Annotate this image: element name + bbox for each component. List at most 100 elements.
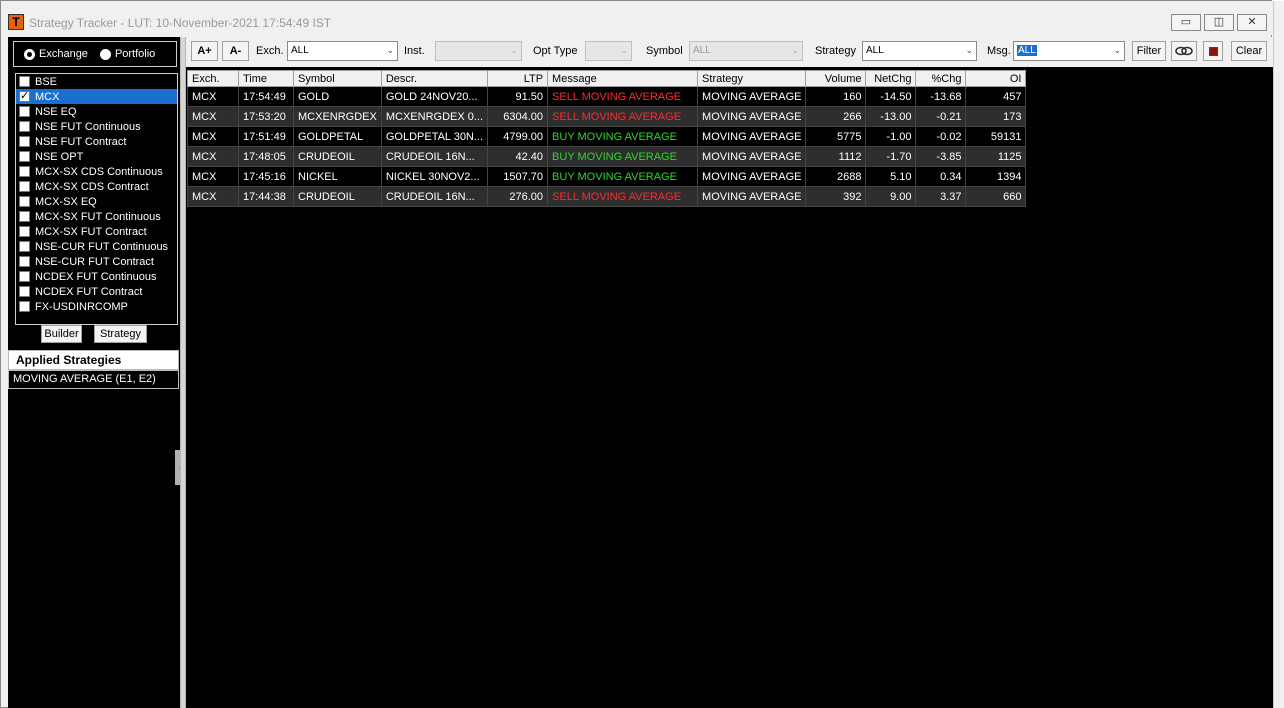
chevron-down-icon: ⌄ [386, 46, 394, 56]
font-increase-button[interactable]: A+ [191, 41, 218, 61]
exchange-checkbox[interactable] [19, 76, 30, 87]
exchange-item-label: NSE FUT Contract [35, 135, 127, 148]
exchange-checkbox[interactable] [19, 166, 30, 177]
col-header-ltp[interactable]: LTP [487, 70, 549, 87]
exchange-checkbox[interactable] [19, 211, 30, 222]
exchange-item-ncdex-fut-continuous[interactable]: NCDEX FUT Continuous [16, 269, 177, 284]
col-header-exch[interactable]: Exch. [187, 70, 239, 87]
cell-netchg: -1.70 [865, 146, 917, 167]
exchange-radio[interactable] [24, 48, 35, 60]
col-header-descr[interactable]: Descr. [380, 70, 489, 87]
exchange-item-mcx-sx-eq[interactable]: MCX-SX EQ [16, 194, 177, 209]
font-decrease-button[interactable]: A- [222, 41, 249, 61]
exchange-checkbox[interactable] [19, 136, 30, 147]
filter-button[interactable]: Filter [1132, 41, 1166, 61]
exchange-radio-label[interactable]: Exchange [39, 48, 88, 60]
table-row[interactable]: MCX 17:44:38 CRUDEOIL CRUDEOIL 16N... 276.00… [187, 186, 1027, 207]
col-header-strategy[interactable]: Strategy [697, 70, 807, 87]
exchange-list: BSE MCX NSE EQ NSE FUT Continuous NSE FU… [15, 73, 178, 325]
table-header-row: Exch. Time Symbol Descr. LTP Message Str… [187, 70, 1027, 87]
cell-netchg: -1.00 [865, 126, 917, 147]
table-row[interactable]: MCX 17:45:16 NICKEL NICKEL 30NOV2... 1507.70… [187, 166, 1027, 187]
table-row[interactable]: MCX 17:48:05 CRUDEOIL CRUDEOIL 16N... 42.40 B… [187, 146, 1027, 167]
cell-message: SELL MOVING AVERAGE [547, 86, 699, 107]
exchange-item-bse[interactable]: BSE [16, 74, 177, 89]
exchange-item-nse-fut-continuous[interactable]: NSE FUT Continuous [16, 119, 177, 134]
col-header-message[interactable]: Message [547, 70, 699, 87]
exchange-item-nse-eq[interactable]: NSE EQ [16, 104, 177, 119]
exchange-checkbox[interactable] [19, 151, 30, 162]
cell-pctchg: -0.02 [915, 126, 967, 147]
table-row[interactable]: MCX 17:53:20 MCXENRGDEX MCXENRGDEX 0... 6304… [187, 106, 1027, 127]
applied-strategy-item[interactable]: MOVING AVERAGE (E1, E2) [8, 370, 179, 389]
title-bar[interactable]: T Strategy Tracker - LUT: 10-November-20… [1, 1, 1273, 35]
cell-exch: MCX [187, 166, 239, 187]
cell-descr: GOLD 24NOV20... [380, 86, 489, 107]
opt-type-filter-dropdown[interactable]: ⌄ [585, 41, 632, 61]
clear-button[interactable]: Clear [1231, 41, 1267, 61]
app-logo-icon: T [8, 14, 24, 30]
col-header-volume[interactable]: Volume [805, 70, 867, 87]
cell-symbol: CRUDEOIL [293, 146, 382, 167]
exchange-checkbox[interactable] [19, 241, 30, 252]
table-row[interactable]: MCX 17:54:49 GOLD GOLD 24NOV20... 91.50 SELL … [187, 86, 1027, 107]
exchange-checkbox[interactable] [19, 121, 30, 132]
cell-time: 17:48:05 [238, 146, 294, 167]
cell-strategy: MOVING AVERAGE [697, 126, 807, 147]
symbol-filter-dropdown[interactable]: ALL ⌄ [689, 41, 803, 61]
cell-message: BUY MOVING AVERAGE [547, 126, 699, 147]
exchange-item-fx-usdinrcomp[interactable]: FX-USDINRCOMP [16, 299, 177, 314]
strategy-filter-dropdown[interactable]: ALL ⌄ [862, 41, 977, 61]
exchange-checkbox[interactable] [19, 196, 30, 207]
cell-ltp: 4799.00 [487, 126, 549, 147]
portfolio-radio-label[interactable]: Portfolio [115, 48, 155, 60]
exchange-item-mcx[interactable]: MCX [16, 89, 177, 104]
minimize-icon: ▭ [1180, 16, 1192, 28]
exchange-item-ncdex-fut-contract[interactable]: NCDEX FUT Contract [16, 284, 177, 299]
exchange-checkbox[interactable] [19, 106, 30, 117]
cell-exch: MCX [187, 126, 239, 147]
cell-volume: 2688 [805, 166, 867, 187]
table-row[interactable]: MCX 17:51:49 GOLDPETAL GOLDPETAL 30N... 4799… [187, 126, 1027, 147]
opt-type-filter-label: Opt Type [533, 45, 578, 57]
minimize-button[interactable]: ▭ [1171, 14, 1201, 31]
cell-exch: MCX [187, 86, 239, 107]
link-icon[interactable] [1171, 41, 1197, 61]
inst-filter-dropdown[interactable]: ⌄ [435, 41, 522, 61]
exchange-item-label: NSE FUT Continuous [35, 120, 141, 133]
msg-filter-dropdown[interactable]: ALL ⌄ [1013, 41, 1125, 61]
exchange-item-label: NSE OPT [35, 150, 84, 163]
cell-pctchg: -0.21 [915, 106, 967, 127]
exchange-item-nse-cur-fut-contract[interactable]: NSE-CUR FUT Contract [16, 254, 177, 269]
exchange-checkbox[interactable] [19, 256, 30, 267]
col-header-oi[interactable]: OI [965, 70, 1027, 87]
portfolio-radio[interactable] [99, 48, 111, 60]
exchange-item-mcx-sx-fut-continuous[interactable]: MCX-SX FUT Continuous [16, 209, 177, 224]
exchange-item-mcx-sx-fut-contract[interactable]: MCX-SX FUT Contract [16, 224, 177, 239]
strategy-alerts-table: Exch. Time Symbol Descr. LTP Message Str… [187, 70, 1027, 207]
exchange-checkbox[interactable] [19, 181, 30, 192]
stop-button[interactable] [1203, 41, 1223, 61]
close-button[interactable]: ✕ [1237, 14, 1267, 31]
exchange-checkbox[interactable] [19, 226, 30, 237]
maximize-button[interactable]: ◫ [1204, 14, 1234, 31]
builder-button[interactable]: Builder [41, 325, 82, 343]
strategy-button[interactable]: Strategy [94, 325, 147, 343]
exchange-checkbox[interactable] [19, 301, 30, 312]
exchange-item-nse-fut-contract[interactable]: NSE FUT Contract [16, 134, 177, 149]
exchange-item-mcx-sx-cds-contract[interactable]: MCX-SX CDS Contract [16, 179, 177, 194]
exchange-checkbox[interactable] [19, 89, 30, 102]
exchange-item-nse-opt[interactable]: NSE OPT [16, 149, 177, 164]
exchange-item-nse-cur-fut-continuous[interactable]: NSE-CUR FUT Continuous [16, 239, 177, 254]
cell-volume: 160 [805, 86, 867, 107]
col-header-netchg[interactable]: NetChg [865, 70, 917, 87]
exch-filter-dropdown[interactable]: ALL ⌄ [287, 41, 398, 61]
exchange-checkbox[interactable] [19, 271, 30, 282]
col-header-pctchg[interactable]: %Chg [915, 70, 967, 87]
col-header-time[interactable]: Time [238, 70, 294, 87]
col-header-symbol[interactable]: Symbol [293, 70, 382, 87]
cell-time: 17:53:20 [238, 106, 294, 127]
strategy-filter-value: ALL [866, 45, 884, 56]
exchange-item-mcx-sx-cds-continuous[interactable]: MCX-SX CDS Continuous [16, 164, 177, 179]
exchange-checkbox[interactable] [19, 286, 30, 297]
